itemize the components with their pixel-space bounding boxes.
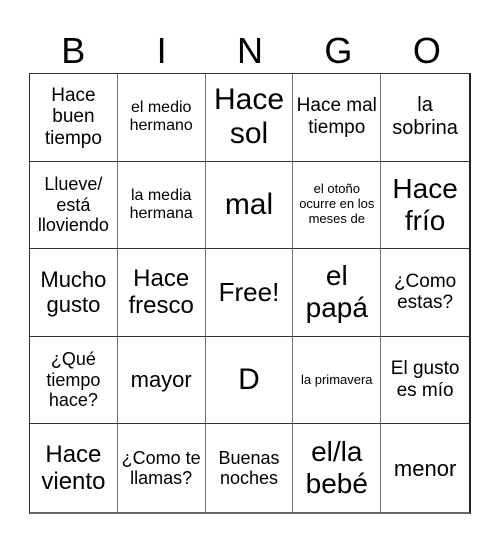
bingo-cell[interactable]: ¿Como te llamas? — [118, 424, 206, 512]
bingo-cell[interactable]: Mucho gusto — [30, 249, 118, 337]
bingo-cell[interactable]: el papá — [293, 249, 382, 337]
bingo-cell[interactable]: mal — [205, 161, 294, 250]
bingo-cell[interactable]: Llueve/ está lloviendo — [30, 161, 118, 250]
bingo-cell[interactable]: Hace viento — [30, 424, 118, 512]
bingo-cell[interactable]: Hace sol — [205, 74, 294, 162]
bingo-header: B I N G O — [29, 28, 471, 73]
bingo-cell[interactable]: la primavera — [293, 336, 382, 425]
bingo-cell[interactable]: Hace frío — [381, 162, 469, 250]
bingo-cell[interactable]: ¿Como estas? — [381, 249, 469, 337]
bingo-cell[interactable]: el medio hermano — [117, 74, 206, 162]
bingo-grid: Hace buen tiempo el medio hermano Hace s… — [29, 73, 471, 514]
bingo-cell[interactable]: Hace buen tiempo — [30, 74, 118, 162]
bingo-cell[interactable]: la sobrina — [381, 74, 469, 162]
bingo-cell[interactable]: mayor — [117, 336, 206, 425]
bingo-cell[interactable]: Hace mal tiempo — [293, 74, 382, 162]
bingo-cell[interactable]: Hace fresco — [117, 249, 206, 337]
bingo-cell[interactable]: la media hermana — [117, 161, 206, 250]
bingo-cell[interactable]: D — [205, 336, 294, 425]
header-letter-o: O — [412, 30, 441, 71]
bingo-cell[interactable]: menor — [381, 424, 469, 512]
bingo-cell[interactable]: el/la bebé — [293, 424, 382, 512]
header-letter-b: B — [61, 30, 86, 71]
bingo-cell[interactable]: el otoño ocurre en los meses de — [293, 161, 382, 250]
header-letter-g: G — [324, 30, 353, 71]
free-space-cell[interactable]: Free! — [205, 249, 294, 337]
header-letter-i: I — [156, 30, 167, 71]
bingo-cell[interactable]: ¿Qué tiempo hace? — [30, 336, 118, 425]
bingo-cell[interactable]: El gusto es mío — [381, 337, 469, 425]
bingo-cell[interactable]: Buenas noches — [206, 424, 294, 512]
header-letter-n: N — [237, 30, 264, 71]
